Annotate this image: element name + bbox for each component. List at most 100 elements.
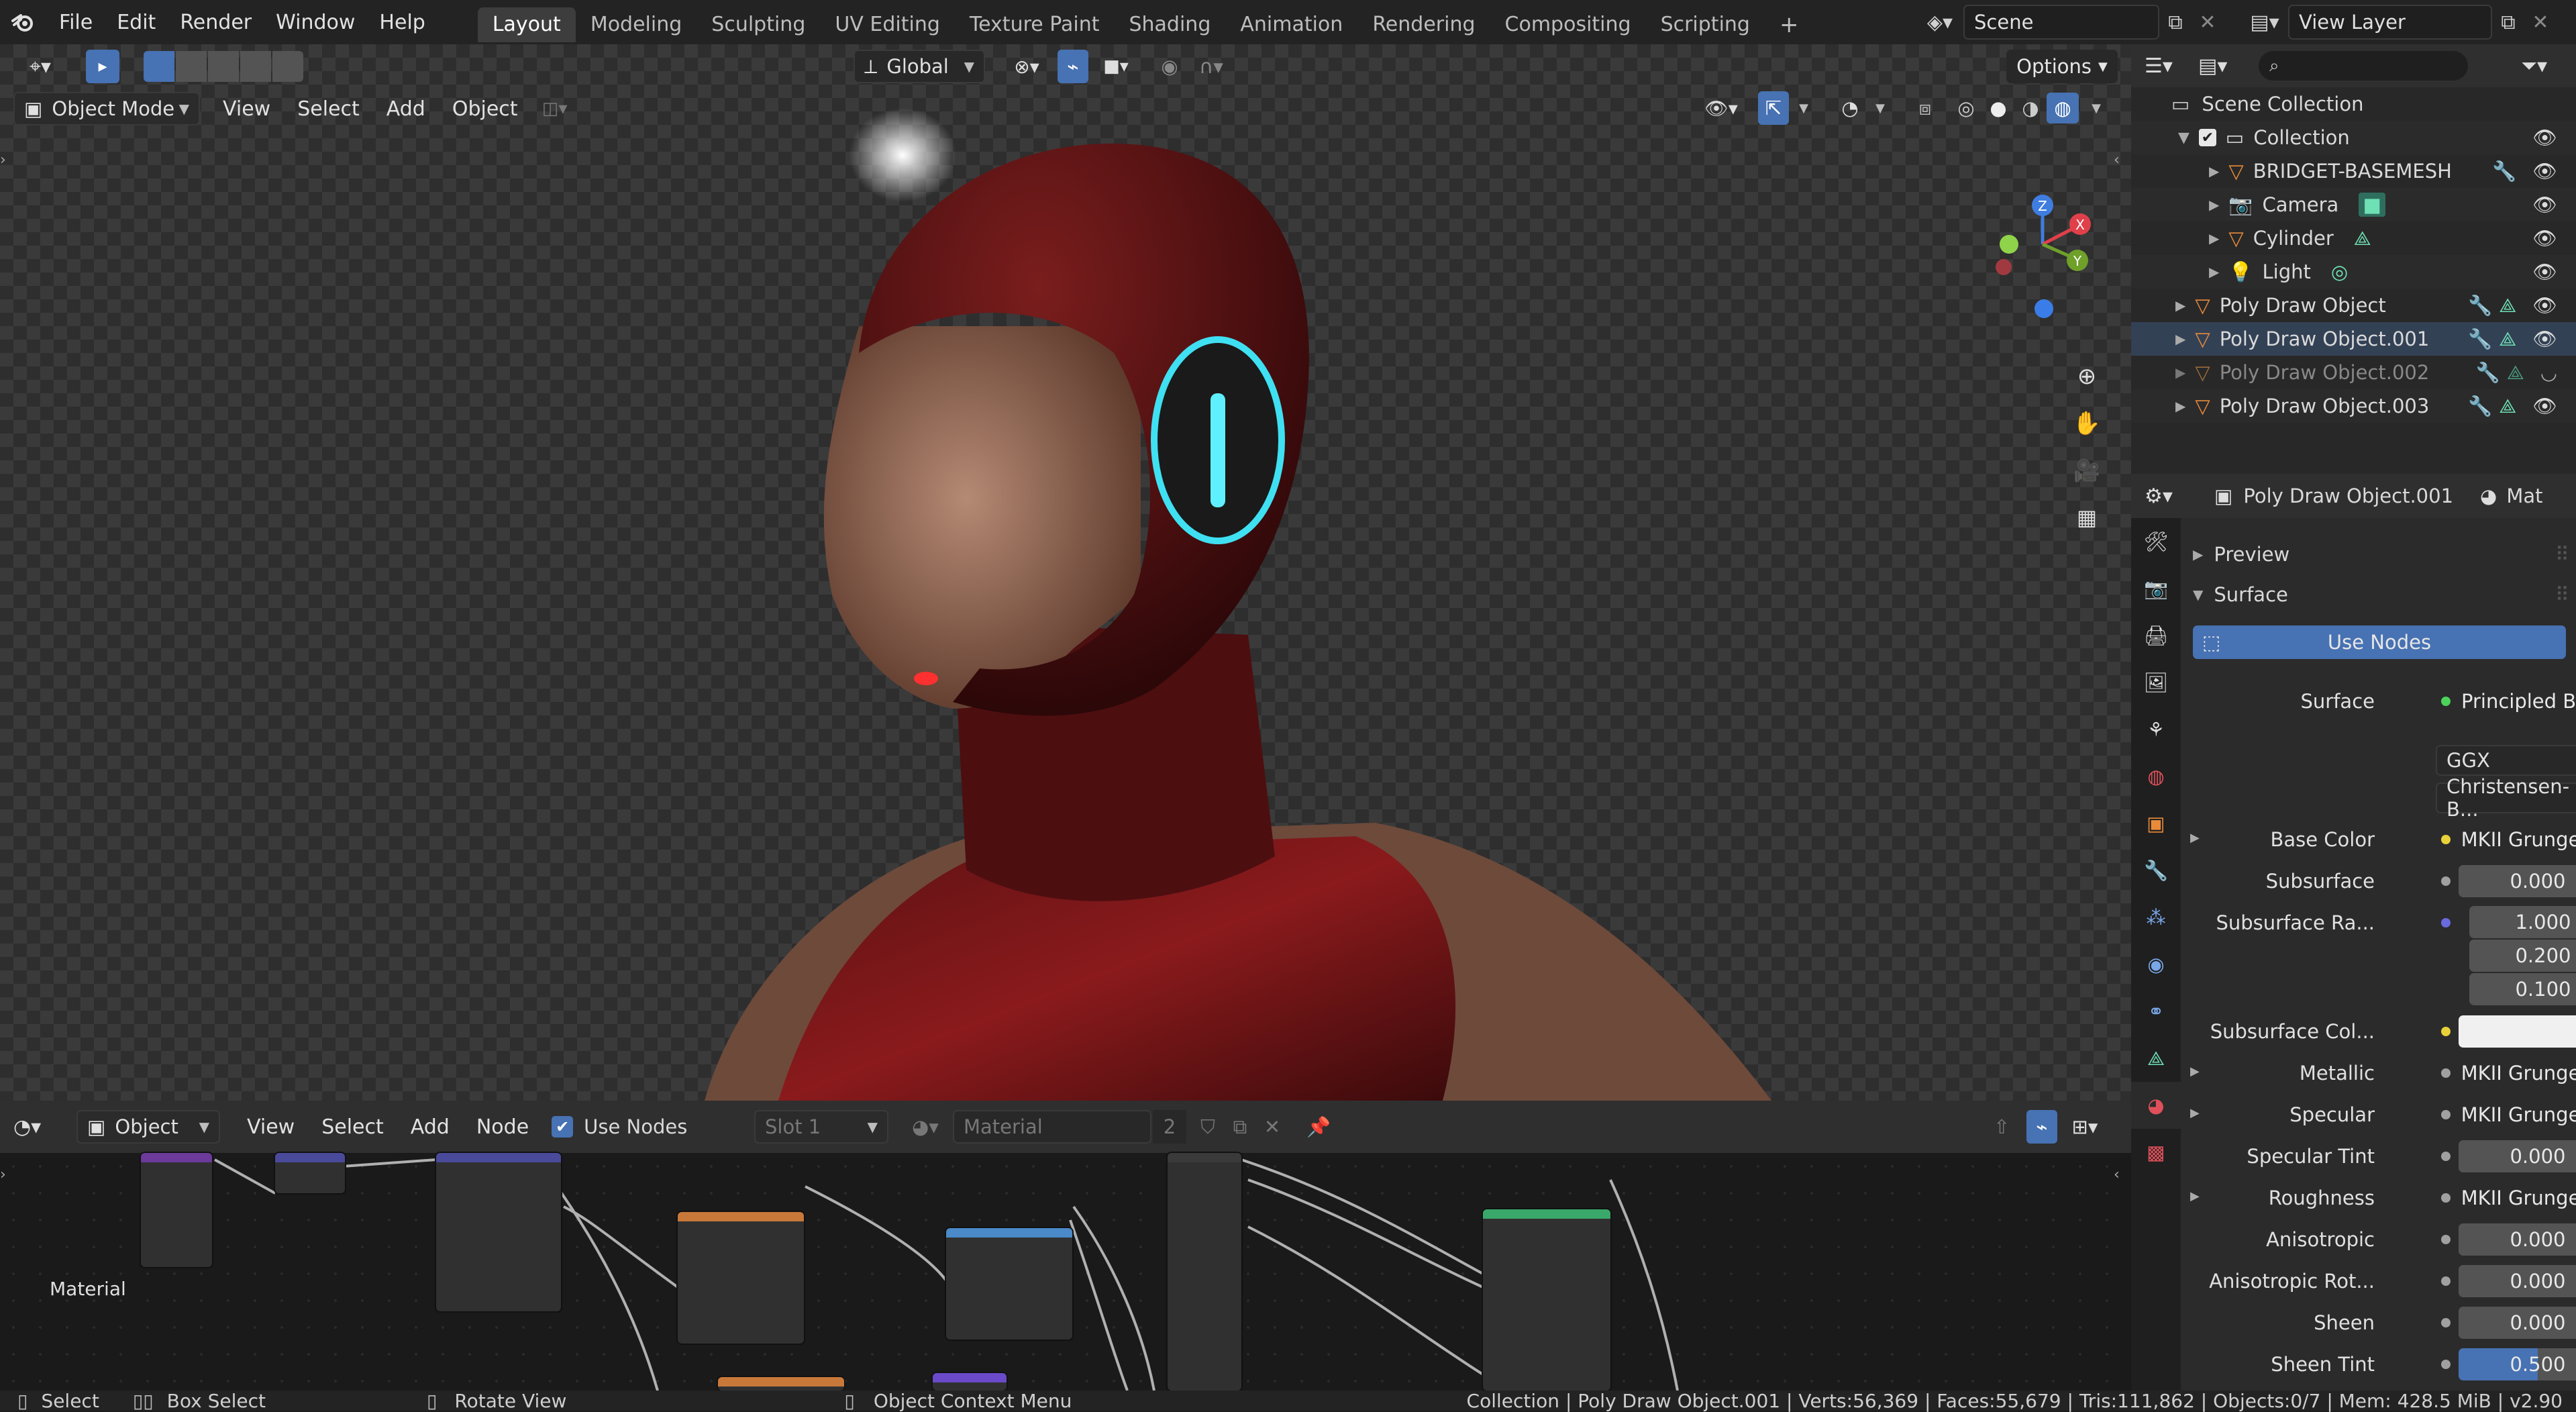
image-texture-node[interactable]	[678, 1212, 804, 1344]
proportional-edit-icon[interactable]: ◉	[1154, 50, 1185, 83]
expand-arrow-icon[interactable]: ▶	[2190, 1106, 2200, 1120]
outliner-item-poly-draw-object-001[interactable]: ▶ ▽ Poly Draw Object.001 🔧 ⟁ 👁	[2131, 322, 2576, 356]
mesh-data-icon[interactable]: ⟁	[2499, 294, 2516, 317]
expand-arrow-icon[interactable]: ▶	[2190, 1189, 2200, 1203]
navigation-gizmo[interactable]: Z X Y	[1979, 145, 2114, 333]
outliner-item-poly-draw-object-002[interactable]: ▶ ▽ Poly Draw Object.002 🔧 ⟁ ◡	[2131, 356, 2576, 389]
material-users-count[interactable]: 2	[1153, 1110, 1186, 1144]
viewport-menu-add[interactable]: Add	[373, 97, 439, 121]
menu-edit[interactable]: Edit	[105, 0, 168, 44]
mesh-data-icon[interactable]: ⟁	[2354, 227, 2371, 250]
expand-arrow-icon[interactable]: ▶	[2190, 1064, 2200, 1078]
viewport-menu-view[interactable]: View	[209, 97, 284, 121]
use-nodes-checkbox[interactable]: ✔ Use Nodes	[552, 1115, 687, 1138]
pivot-point-icon[interactable]: ⊗▾	[1000, 50, 1053, 83]
eye-icon[interactable]: 👁	[2532, 193, 2557, 217]
outliner-item-scene-collection[interactable]: ▭ Scene Collection	[2131, 87, 2576, 121]
rendered-shading-icon[interactable]: ◍	[2047, 93, 2079, 123]
eye-icon[interactable]: 👁	[2532, 294, 2557, 317]
material-name-field[interactable]: Material	[953, 1110, 1151, 1144]
parent-node-tree-icon[interactable]: ⇧	[1986, 1110, 2017, 1144]
outliner-item-poly-draw-object-003[interactable]: ▶ ▽ Poly Draw Object.003 🔧 ⟁ 👁	[2131, 389, 2576, 423]
expand-arrow-icon[interactable]: ▶	[2209, 264, 2219, 280]
subsurface-field[interactable]: 0.000	[2459, 865, 2576, 897]
pin-icon[interactable]: 📌	[1302, 1110, 1335, 1144]
eye-icon[interactable]: 👁	[2532, 260, 2557, 284]
unlink-material-icon[interactable]: ✕	[1257, 1110, 1287, 1144]
outliner-item-poly-draw-object[interactable]: ▶ ▽ Poly Draw Object 🔧 ⟁ 👁	[2131, 289, 2576, 322]
properties-editor-type-icon[interactable]: ⚙▾	[2145, 485, 2198, 508]
mix-node[interactable]	[1168, 1153, 1241, 1391]
gizmo-menu-icon[interactable]: ▼	[1792, 91, 1816, 125]
visibility-icon[interactable]: 👁▾	[1698, 91, 1745, 125]
transform-affect-icon[interactable]: ◫▾	[531, 92, 578, 125]
subsurface-radius-z-field[interactable]: 0.100	[2469, 973, 2576, 1005]
base-color-link[interactable]: MKII Grunge N...	[2436, 823, 2576, 856]
perspective-toggle-icon[interactable]: ▦	[2068, 494, 2106, 541]
material-browse-icon[interactable]: ◕▾	[902, 1110, 949, 1144]
object-data-tab-icon[interactable]: ⟁	[2131, 1035, 2181, 1082]
overlays-toggle-icon[interactable]: ◔	[1833, 91, 1867, 125]
texture-tab-icon[interactable]: ▩	[2131, 1129, 2181, 1176]
sidebar-expand-icon[interactable]: ‹	[2114, 1166, 2120, 1183]
surface-panel-header[interactable]: ▼ Surface ⠿	[2181, 576, 2576, 613]
anisotropic-rotation-field[interactable]: 0.000	[2459, 1265, 2576, 1297]
color-ramp-node[interactable]	[946, 1228, 1072, 1340]
select-extend-icon[interactable]	[176, 51, 207, 82]
sheen-tint-field[interactable]: 0.500	[2459, 1348, 2576, 1380]
toolbar-expand-icon[interactable]: ›	[0, 1166, 6, 1183]
node-menu-add[interactable]: Add	[397, 1115, 463, 1139]
solid-shading-icon[interactable]: ●	[1982, 93, 2014, 123]
bump-node[interactable]	[933, 1373, 1007, 1391]
mapping-node[interactable]	[436, 1153, 561, 1311]
eye-icon[interactable]: 👁	[2532, 327, 2557, 351]
snap-icon[interactable]: ⌁	[2026, 1110, 2057, 1144]
camera-data-icon[interactable]: ■	[2359, 193, 2386, 217]
select-tool-icon[interactable]: ▸	[86, 50, 119, 83]
snap-element-icon[interactable]: ⊞▾	[2061, 1110, 2108, 1144]
transform-orientation-dropdown[interactable]: ⟂ Global ▼	[854, 50, 985, 83]
tab-sculpting[interactable]: Sculpting	[697, 7, 820, 42]
eye-icon[interactable]: 👁	[2532, 227, 2557, 250]
node-editor-type-icon[interactable]: ◔▾	[13, 1115, 67, 1139]
new-view-layer-icon[interactable]: ⧉	[2492, 5, 2524, 40]
checkbox-icon[interactable]: ✔	[2198, 129, 2216, 146]
specular-tint-field[interactable]: 0.000	[2459, 1140, 2576, 1172]
select-subtract-icon[interactable]	[208, 51, 239, 82]
object-tab-icon[interactable]: ▣	[2131, 800, 2181, 847]
drag-handle-icon[interactable]: ⠿	[2555, 543, 2569, 566]
roughness-link[interactable]: MKII Grunge N...	[2436, 1182, 2576, 1214]
tab-scripting[interactable]: Scripting	[1646, 7, 1765, 42]
toolbar-expand-icon[interactable]: ›	[0, 152, 13, 179]
menu-render[interactable]: Render	[168, 0, 264, 44]
modifier-wrench-icon[interactable]: 🔧	[2468, 327, 2492, 351]
pan-hand-icon[interactable]: ✋	[2068, 400, 2106, 447]
anisotropic-field[interactable]: 0.000	[2459, 1223, 2576, 1256]
metallic-link[interactable]: MKII Grunge N...	[2436, 1057, 2576, 1089]
tab-modeling[interactable]: Modeling	[576, 7, 697, 42]
expand-arrow-icon[interactable]: ▶	[2175, 364, 2185, 381]
display-mode-icon[interactable]: ▤▾	[2198, 54, 2252, 78]
view-layer-browse-icon[interactable]: ▤▾	[2241, 4, 2288, 40]
sidebar-expand-icon[interactable]: ‹	[2114, 152, 2127, 179]
subsurface-radius-x-field[interactable]: 1.000	[2469, 906, 2576, 938]
expand-arrow-icon[interactable]: ▶	[2175, 398, 2185, 414]
subsurface-radius-y-field[interactable]: 0.200	[2469, 940, 2576, 972]
3d-viewport[interactable]: ⌖▾ ▸ ⟂ Global ▼ ⊗▾ ⌁ ■▾ ◉ ∩▾ Options ▼ ▣…	[0, 44, 2131, 1101]
modifier-wrench-icon[interactable]: 🔧	[2468, 294, 2492, 317]
expand-arrow-icon[interactable]: ▶	[2209, 163, 2219, 179]
subsurface-color-swatch[interactable]	[2459, 1015, 2576, 1048]
specular-link[interactable]: MKII Grunge N...	[2436, 1099, 2576, 1131]
outliner-editor-type-icon[interactable]: ☰▾	[2145, 54, 2198, 78]
mesh-data-icon[interactable]: ⟁	[2499, 395, 2516, 418]
world-tab-icon[interactable]: ◍	[2131, 753, 2181, 800]
node-menu-node[interactable]: Node	[463, 1115, 542, 1139]
outliner-item-bridget[interactable]: ▶ ▽ BRIDGET-BASEMESH 🔧 👁	[2131, 154, 2576, 188]
falloff-icon[interactable]: ∩▾	[1188, 50, 1235, 83]
shader-type-dropdown[interactable]: ▣ Object ▼	[76, 1110, 220, 1144]
menu-file[interactable]: File	[47, 0, 105, 44]
scene-tab-icon[interactable]: ⚘	[2131, 706, 2181, 753]
outliner-item-light[interactable]: ▶ 💡 Light ◎ 👁	[2131, 255, 2576, 289]
add-workspace-button[interactable]: +	[1765, 7, 1814, 42]
eye-icon[interactable]: 👁	[2532, 126, 2557, 150]
